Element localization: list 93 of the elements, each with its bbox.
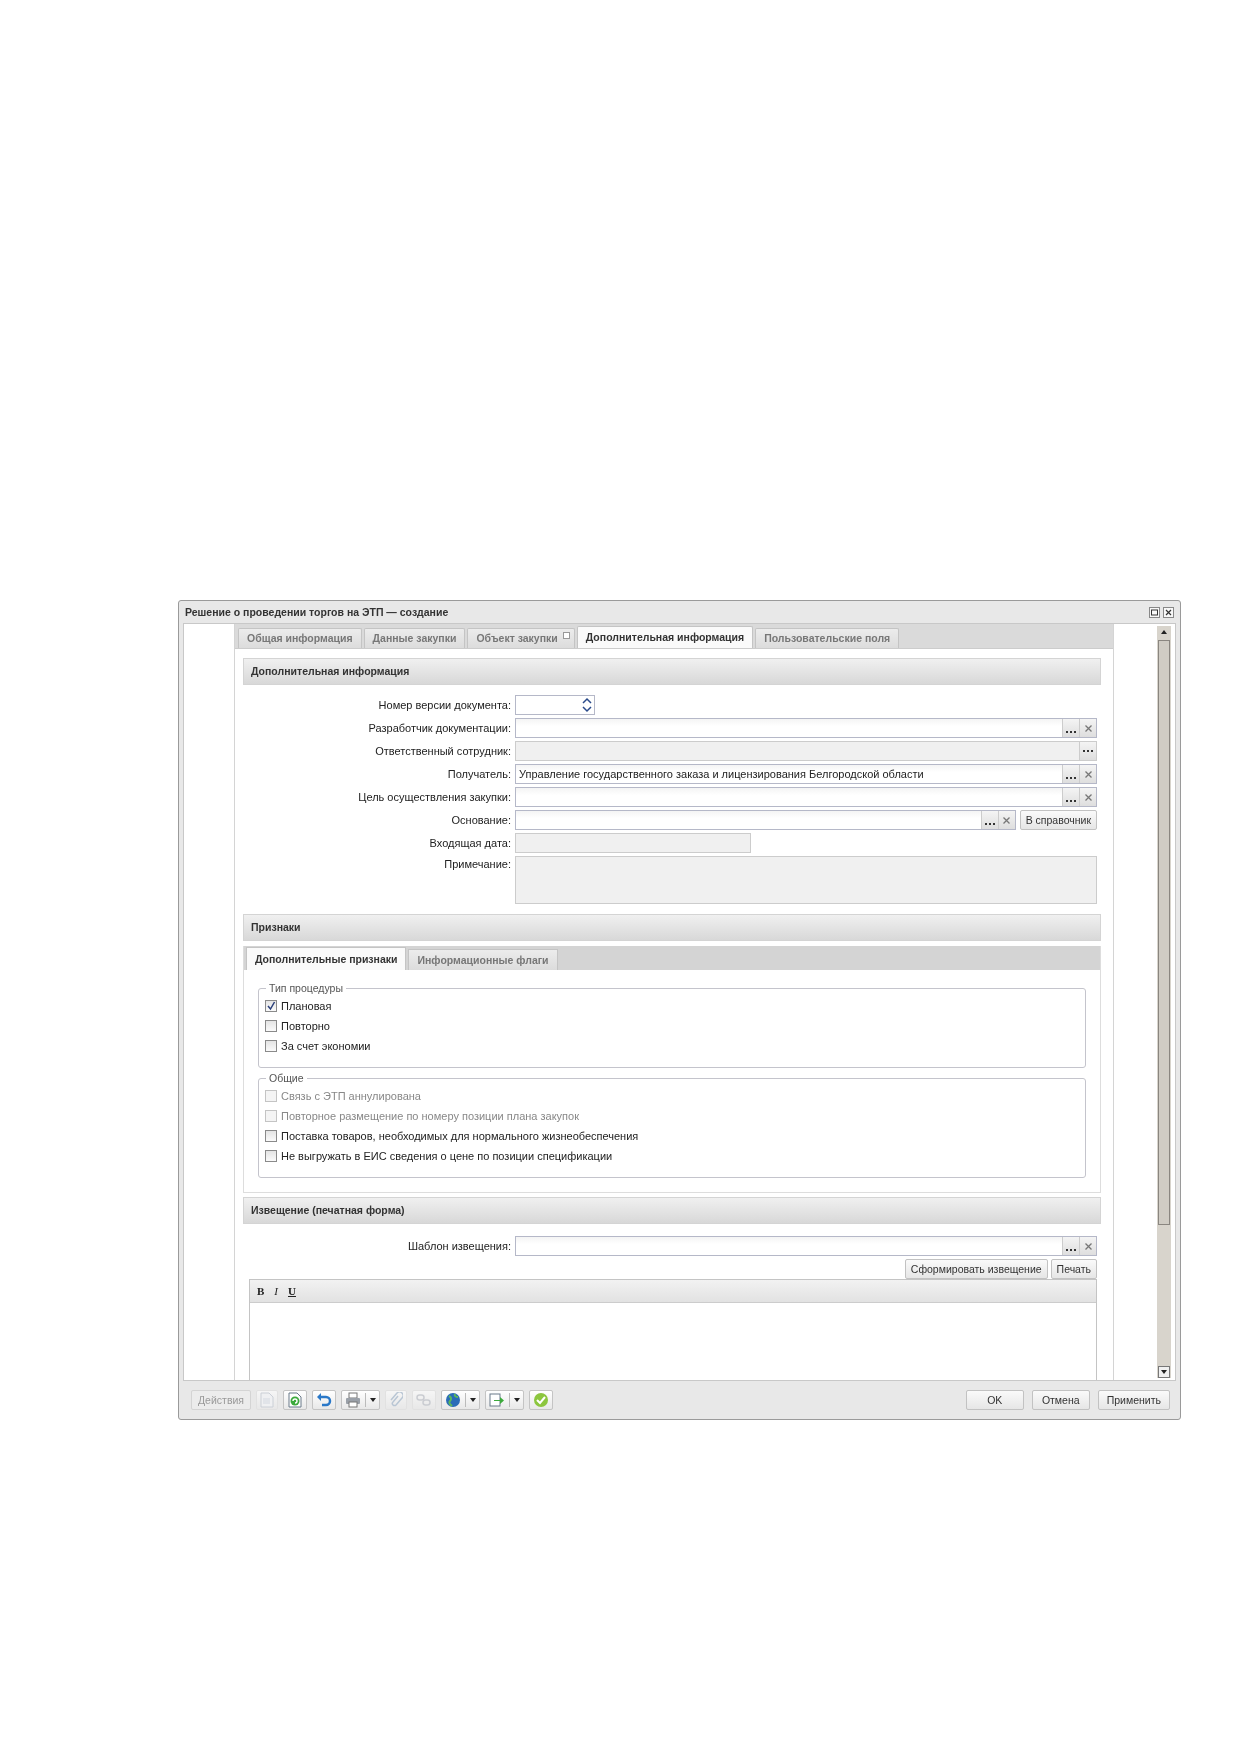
tab[interactable]: Пользовательские поля: [755, 628, 900, 648]
format-button[interactable]: I: [274, 1285, 278, 1297]
checkbox-label: Повторное размещение по номеру позиции плана закупок: [281, 1110, 579, 1122]
field-label: Получатель:: [446, 768, 511, 780]
export-icon: [489, 1392, 505, 1408]
format-button[interactable]: U: [288, 1285, 296, 1297]
fieldset-legend: Тип процедуры: [266, 982, 346, 995]
section-header: Признаки: [243, 914, 1101, 941]
checkbox-label: За счет экономии: [281, 1040, 371, 1052]
ellipsis-button[interactable]: [1062, 765, 1079, 783]
checkbox-label: Плановая: [281, 1000, 332, 1012]
scrollbar[interactable]: [1157, 626, 1171, 1378]
ellipsis-button[interactable]: [1062, 1237, 1079, 1255]
field-label: Цель осуществления закупки:: [357, 791, 511, 803]
form-button[interactable]: Сформировать извещение: [904, 1259, 1048, 1279]
dialog-button[interactable]: Применить: [1097, 1390, 1170, 1410]
lookup-field[interactable]: [515, 718, 1097, 738]
close-icon: [1003, 816, 1011, 824]
spinner-arrows-icon[interactable]: [580, 695, 594, 715]
field-label: Основание:: [450, 814, 511, 826]
ellipsis-button[interactable]: [1062, 788, 1079, 806]
checkmark-icon: [533, 1392, 549, 1408]
caret-icon: [514, 1398, 520, 1402]
toolbar-button[interactable]: [283, 1390, 307, 1410]
checkbox[interactable]: [265, 1000, 277, 1012]
field-label: Ответственный сотрудник:: [374, 745, 511, 757]
printer-icon: [345, 1392, 361, 1408]
close-button[interactable]: [1163, 606, 1174, 618]
checkbox[interactable]: [265, 1040, 277, 1052]
close-icon: [1084, 770, 1092, 778]
checkbox-label: Повторно: [281, 1020, 330, 1032]
tab[interactable]: Дополнительные признаки: [246, 947, 407, 970]
checkbox-label: Не выгружать в ЕИС сведения о цене по позиции спецификации: [281, 1150, 613, 1162]
clear-button[interactable]: [1079, 788, 1096, 806]
directory-button[interactable]: В справочник: [1019, 810, 1097, 830]
refresh-document-icon: [287, 1392, 303, 1408]
ellipsis-icon: [984, 822, 995, 826]
ellipsis-icon: [1066, 730, 1076, 734]
close-icon: [1084, 1242, 1092, 1250]
ellipsis-icon: [1083, 749, 1093, 753]
checkbox[interactable]: [265, 1150, 277, 1162]
lookup-field[interactable]: [515, 810, 1016, 830]
field-label: Номер версии документа:: [377, 699, 511, 711]
tab[interactable]: Данные закупки: [363, 628, 466, 648]
section-header: Дополнительная информация: [243, 658, 1101, 685]
dialog-button[interactable]: OK: [965, 1390, 1024, 1410]
field-label: Разработчик документации:: [367, 722, 511, 734]
document-icon: [260, 1392, 274, 1408]
clear-button[interactable]: [1079, 1237, 1096, 1255]
tab[interactable]: Объект закупки: [467, 628, 575, 648]
scroll-down-icon[interactable]: [1158, 1366, 1170, 1378]
close-icon: [1084, 724, 1092, 732]
field-label: Входящая дата:: [428, 837, 511, 849]
field-value: Управление государственного заказа и лицензирования Белгородской области: [519, 768, 924, 780]
tab[interactable]: Дополнительная информация: [576, 626, 754, 648]
checkbox-label: Связь с ЭТП аннулирована: [281, 1090, 421, 1102]
dialog-button[interactable]: Отмена: [1031, 1390, 1090, 1410]
clear-button[interactable]: [1079, 765, 1096, 783]
ellipsis-icon: [1066, 799, 1076, 803]
link-icon: [416, 1392, 432, 1408]
rich-text-editor[interactable]: B I U: [249, 1279, 1097, 1380]
undo-icon: [316, 1392, 332, 1408]
checkbox-label: Поставка товаров, необходимых для нормального жизнеобеспечения: [281, 1130, 639, 1142]
lookup-field[interactable]: [515, 1236, 1097, 1256]
clear-button[interactable]: [1079, 719, 1096, 737]
field-label: Шаблон извещения:: [406, 1240, 511, 1252]
section-header: Извещение (печатная форма): [243, 1197, 1101, 1224]
ellipsis-icon: [1066, 1248, 1076, 1252]
number-field[interactable]: [515, 695, 595, 715]
ellipsis-button[interactable]: [980, 811, 998, 829]
toolbar-button[interactable]: [341, 1390, 380, 1410]
caret-icon: [370, 1398, 376, 1402]
form-button[interactable]: Печать: [1050, 1259, 1097, 1279]
checkbox[interactable]: [265, 1020, 277, 1032]
tab[interactable]: Общая информация: [238, 628, 362, 648]
ellipsis-button[interactable]: [1062, 719, 1079, 737]
toolbar-button[interactable]: [485, 1390, 524, 1410]
globe-icon: [445, 1392, 461, 1408]
toolbar-button[interactable]: [312, 1390, 336, 1410]
close-icon: [1084, 793, 1092, 801]
caret-icon: [470, 1398, 476, 1402]
maximize-button[interactable]: [1149, 606, 1160, 618]
tab[interactable]: Информационные флаги: [408, 949, 558, 970]
lookup-field[interactable]: [515, 787, 1097, 807]
checkbox[interactable]: [265, 1130, 277, 1142]
paperclip-icon: [389, 1392, 403, 1408]
fieldset-legend: Общие: [266, 1072, 307, 1085]
toolbar-button[interactable]: [441, 1390, 480, 1410]
field-label: Примечание:: [443, 857, 511, 870]
window-title: Решение о проведении торгов на ЭТП — создание: [185, 606, 449, 618]
format-button[interactable]: B: [257, 1285, 265, 1297]
lookup-field[interactable]: Управление государственного заказа и лицензирования Белгородской области: [515, 764, 1097, 784]
ellipsis-icon: [1066, 776, 1076, 780]
